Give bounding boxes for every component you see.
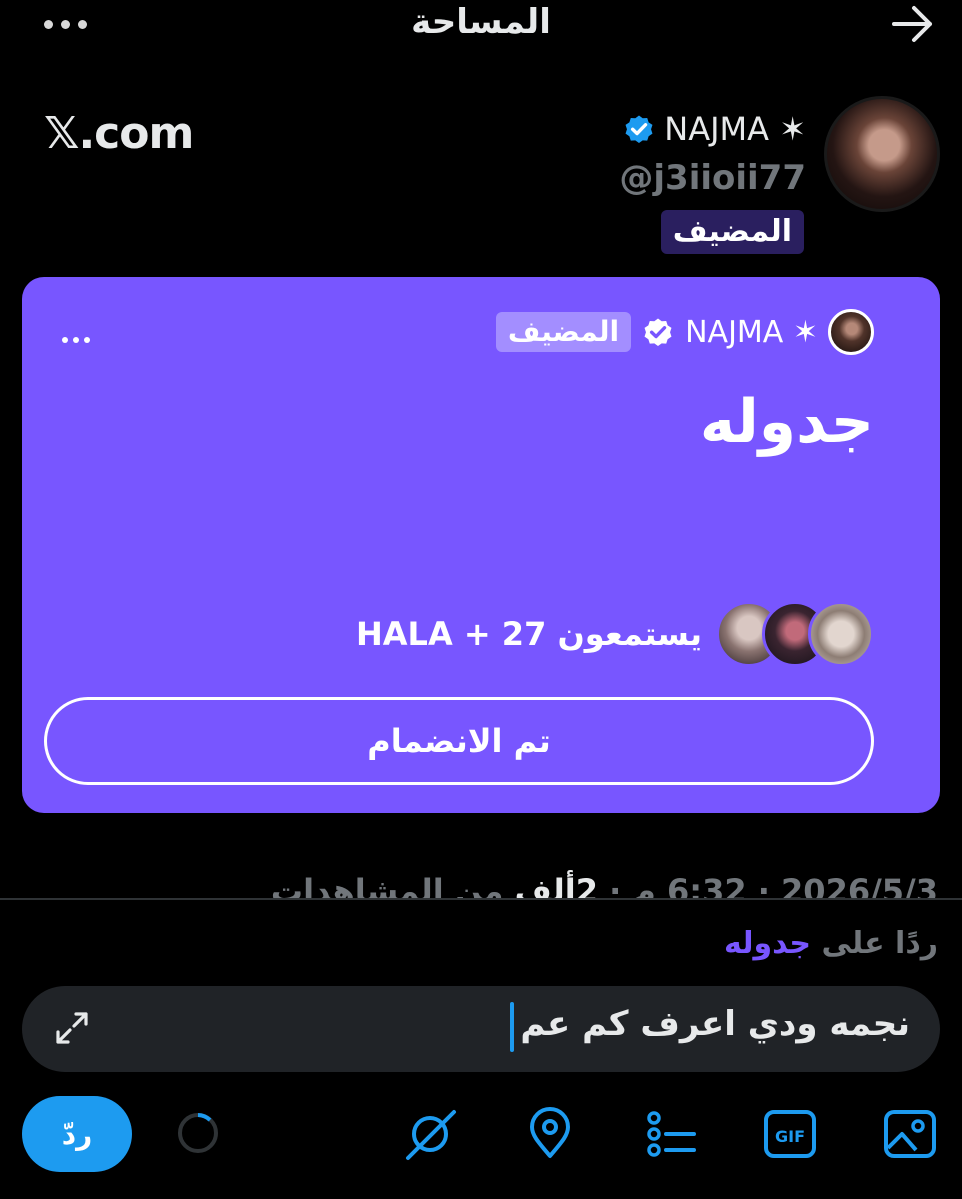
divider xyxy=(0,898,962,900)
page-title: المساحة xyxy=(411,2,551,42)
host-name: NAJMA ✶ xyxy=(664,110,806,148)
expand-icon[interactable] xyxy=(52,1008,92,1048)
svg-text:GIF: GIF xyxy=(775,1127,805,1146)
verified-icon xyxy=(625,115,653,144)
joined-button[interactable]: تم الانضمام xyxy=(44,697,874,785)
host-avatar[interactable] xyxy=(824,96,940,212)
top-bar: المساحة xyxy=(0,0,962,52)
listeners-text: HALA + 27 يستمعون xyxy=(356,615,702,653)
gif-icon[interactable]: GIF xyxy=(762,1106,818,1162)
text-caret xyxy=(510,1002,514,1052)
listeners-row: HALA + 27 يستمعون xyxy=(356,601,874,667)
image-icon[interactable] xyxy=(882,1106,938,1162)
more-icon[interactable] xyxy=(62,337,90,343)
host-section: 𝕏.com NAJMA ✶ @j3iioii77 المضيف xyxy=(0,92,962,262)
replying-to-prefix: ردًا على xyxy=(811,926,939,961)
host-handle[interactable]: @j3iioii77 xyxy=(619,158,806,198)
host-role-badge: المضيف xyxy=(660,210,804,254)
grok-icon[interactable] xyxy=(402,1106,458,1162)
reply-input[interactable]: نجمه ودي اعرف كم عم xyxy=(22,986,940,1072)
card-host-name: NAJMA ✶ xyxy=(685,314,818,350)
reply-button[interactable]: ردّ xyxy=(22,1096,132,1172)
site-label: 𝕏.com xyxy=(44,108,194,159)
replying-to: ردًا على جدوله xyxy=(724,926,938,961)
replying-to-target[interactable]: جدوله xyxy=(724,926,811,961)
host-name-row[interactable]: NAJMA ✶ xyxy=(622,110,806,148)
location-icon[interactable] xyxy=(522,1106,578,1162)
host-role-badge: المضيف xyxy=(495,312,632,352)
reply-input-text[interactable]: نجمه ودي اعرف كم عم xyxy=(520,1004,910,1044)
card-host-avatar xyxy=(828,309,874,355)
space-title: جدوله xyxy=(699,387,874,457)
reply-composer: ردًا على جدوله نجمه ودي اعرف كم عم ردّ G… xyxy=(0,898,962,1199)
verified-icon xyxy=(644,318,672,347)
space-card[interactable]: المضيف NAJMA ✶ جدوله HALA + 27 يستمعون ت… xyxy=(22,277,940,813)
listener-avatars xyxy=(716,601,874,667)
back-arrow-icon[interactable] xyxy=(890,4,936,44)
listener-avatar xyxy=(808,601,874,667)
card-host-row: المضيف NAJMA ✶ xyxy=(495,309,874,355)
character-count-ring xyxy=(178,1113,218,1153)
composer-toolbar: ردّ GIF xyxy=(0,1096,962,1176)
poll-icon[interactable] xyxy=(642,1106,698,1162)
